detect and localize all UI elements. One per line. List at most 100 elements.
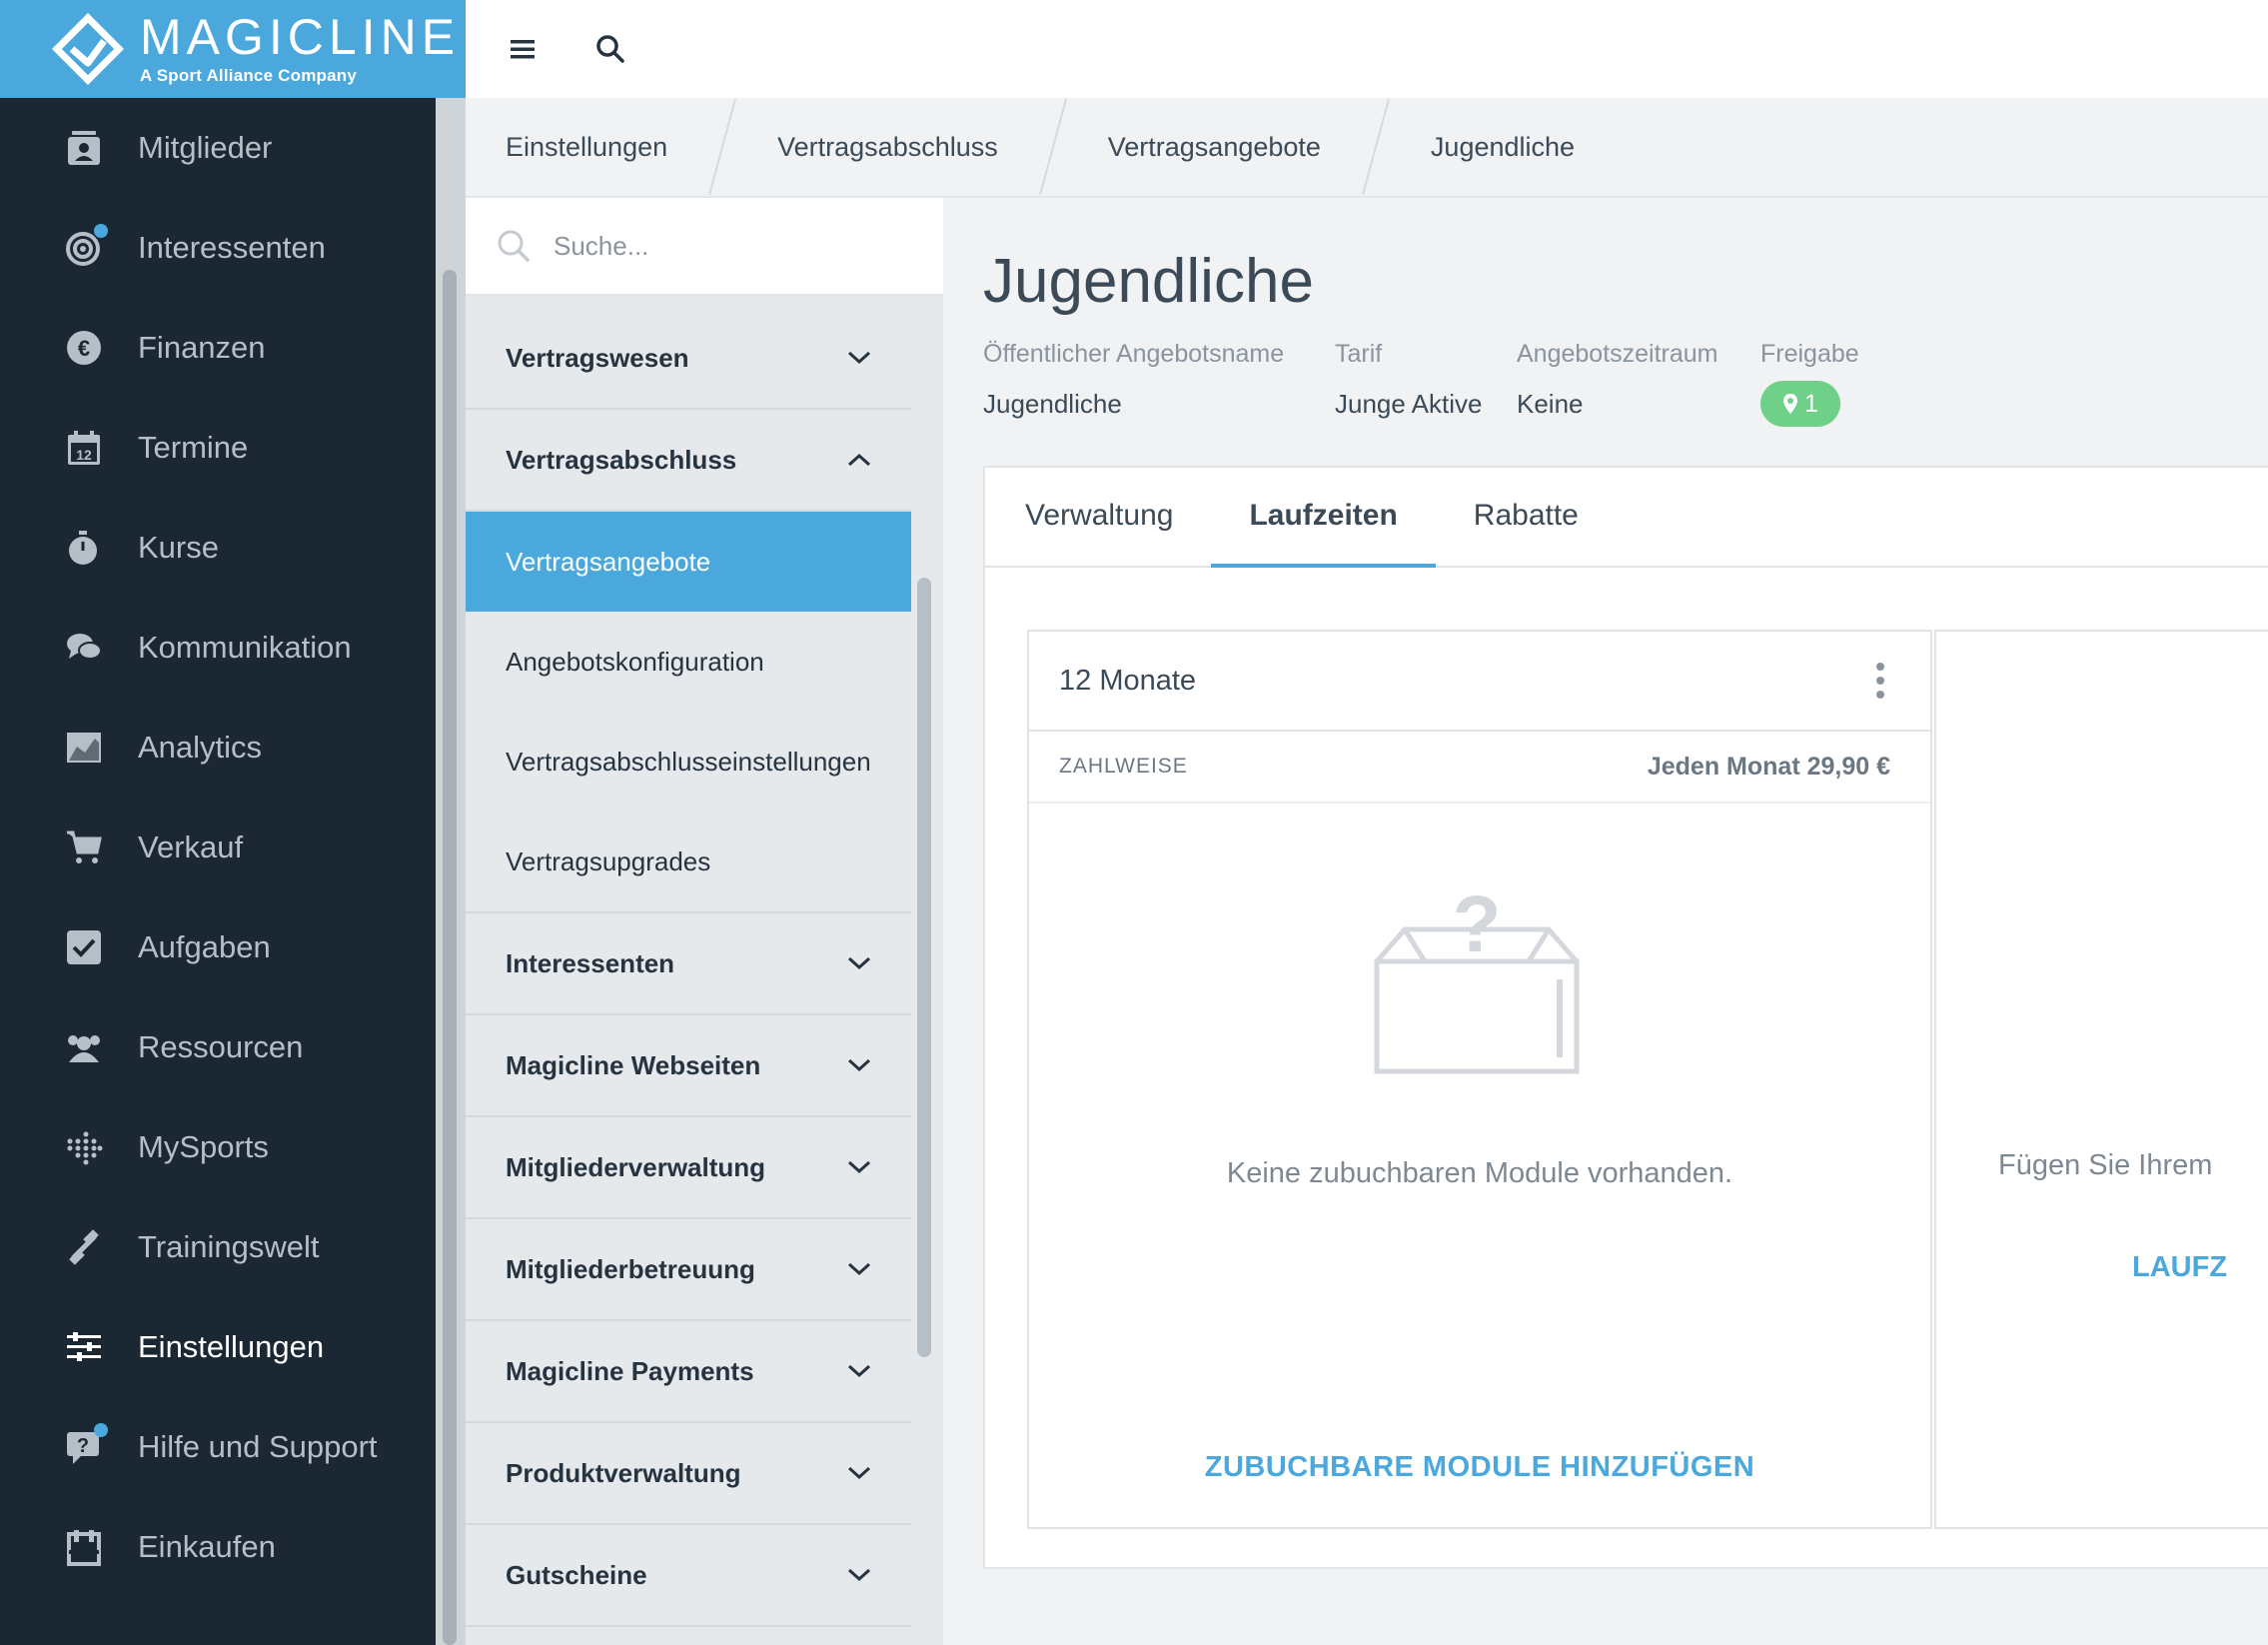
nav-label: Kommunikation	[138, 630, 352, 665]
sidebar-scrollbar[interactable]	[443, 270, 457, 1645]
top-bar	[466, 0, 2268, 98]
nav-label: Einstellungen	[138, 1329, 325, 1364]
card-header: 12 Monate	[1029, 632, 1930, 732]
submenu-scrollbar[interactable]	[917, 578, 931, 1357]
breadcrumb-item-einstellungen[interactable]: Einstellungen	[466, 97, 707, 197]
submenu-subitem-vertragsangebote[interactable]: Vertragsangebote	[466, 512, 911, 612]
add-term-button[interactable]: LAUFZ	[2132, 1251, 2227, 1284]
nav-label: Termine	[138, 430, 249, 465]
release-badge[interactable]: 1	[1760, 381, 1840, 427]
breadcrumb-item-jugendliche[interactable]: Jugendliche	[1391, 97, 1615, 197]
submenu-item-gutscheine[interactable]: Gutscheine	[466, 1525, 911, 1627]
brand-tagline: A Sport Alliance Company	[140, 66, 358, 85]
nav-item-einkaufen[interactable]: Einkaufen	[0, 1497, 436, 1597]
nav-item-kurse[interactable]: Kurse	[0, 498, 436, 598]
submenu-label: Magicline Webseiten	[506, 1049, 761, 1080]
chevron-down-icon	[847, 1466, 871, 1480]
nav-item-finanzen[interactable]: € Finanzen	[0, 298, 436, 398]
tab-laufzeiten[interactable]: Laufzeiten	[1211, 466, 1437, 568]
menu-toggle-button[interactable]	[500, 26, 546, 72]
members-card-icon	[64, 128, 104, 168]
nav-item-trainingswelt[interactable]: Trainingswelt	[0, 1197, 436, 1297]
submenu-item-vertragsabschluss[interactable]: Vertragsabschluss	[466, 410, 911, 512]
add-term-card: Fügen Sie Ihrem LAUFZ	[1934, 630, 2268, 1529]
calendar-icon: 12	[64, 428, 104, 468]
breadcrumb-separator	[1038, 98, 1067, 196]
nav-item-einstellungen[interactable]: Einstellungen	[0, 1297, 436, 1397]
shop-icon	[64, 1527, 104, 1567]
main-content: Jugendliche Öffentlicher Angebotsname Ju…	[943, 198, 2268, 1645]
submenu-item-interessenten[interactable]: Interessenten	[466, 913, 911, 1015]
submenu-subitem-vertragsabschlusseinstellungen[interactable]: Vertragsabschlusseinstellungen	[466, 712, 911, 812]
nav-item-mitglieder[interactable]: Mitglieder	[0, 98, 436, 198]
submenu-subitem-vertragsupgrades[interactable]: Vertragsupgrades	[466, 812, 911, 911]
release-count: 1	[1804, 389, 1818, 418]
submenu-label: Vertragsupgrades	[506, 845, 711, 876]
term-card-12-monate: 12 Monate ZAHLWEISE Jeden Monat 29,90 € …	[1027, 630, 1932, 1529]
empty-state-text: Keine zubuchbaren Module vorhanden.	[1226, 1157, 1733, 1189]
submenu-label: Mitgliederverwaltung	[506, 1151, 766, 1182]
nav-item-termine[interactable]: 12 Termine	[0, 398, 436, 498]
svg-text:?: ?	[77, 1435, 89, 1457]
submenu-item-mitgliederbetreuung[interactable]: Mitgliederbetreuung	[466, 1219, 911, 1321]
submenu-item-mitgliederverwaltung[interactable]: Mitgliederverwaltung	[466, 1117, 911, 1219]
submenu-item-magicline-payments[interactable]: Magicline Payments	[466, 1321, 911, 1423]
meta-public-name: Öffentlicher Angebotsname Jugendliche	[983, 340, 1284, 420]
nav-item-kommunikation[interactable]: Kommunikation	[0, 598, 436, 698]
submenu-label: Vertragsabschlusseinstellungen	[506, 746, 871, 777]
nav-item-mysports[interactable]: MySports	[0, 1097, 436, 1197]
submenu-label: Produktverwaltung	[506, 1457, 741, 1488]
submenu-item-produktverwaltung[interactable]: Produktverwaltung	[466, 1423, 911, 1525]
tab-verwaltung[interactable]: Verwaltung	[1025, 466, 1211, 566]
chevron-down-icon	[847, 1262, 871, 1276]
submenu-item-magicline-webseiten[interactable]: Magicline Webseiten	[466, 1015, 911, 1117]
nav-label: Kurse	[138, 530, 219, 565]
breadcrumb: Einstellungen Vertragsabschluss Vertrags…	[466, 98, 2268, 198]
payment-label: ZAHLWEISE	[1059, 755, 1188, 778]
chevron-down-icon	[847, 351, 871, 365]
stopwatch-icon	[64, 528, 104, 568]
magicline-logo-icon	[51, 12, 125, 86]
area-chart-icon	[64, 728, 104, 768]
submenu-search-input[interactable]	[554, 230, 913, 262]
submenu-label: Mitgliederbetreuung	[506, 1253, 755, 1284]
cart-icon	[64, 827, 104, 867]
svg-text:€: €	[78, 336, 90, 361]
breadcrumb-separator	[1361, 98, 1390, 196]
nav-item-aufgaben[interactable]: Aufgaben	[0, 897, 436, 997]
nav-item-ressourcen[interactable]: Ressourcen	[0, 997, 436, 1097]
submenu-label: Angebotskonfiguration	[506, 646, 764, 677]
nav-label: Ressourcen	[138, 1029, 304, 1064]
nav-label: MySports	[138, 1129, 269, 1164]
submenu-subitem-angebotskonfiguration[interactable]: Angebotskonfiguration	[466, 612, 911, 712]
nav-item-verkauf[interactable]: Verkauf	[0, 798, 436, 897]
global-search-button[interactable]	[587, 26, 633, 72]
submenu-label: Magicline Payments	[506, 1355, 754, 1386]
search-icon	[596, 35, 624, 63]
breadcrumb-item-vertragsangebote[interactable]: Vertragsangebote	[1068, 97, 1361, 197]
meta-tariff: Tarif Junge Aktive	[1335, 340, 1482, 420]
svg-text:?: ?	[1453, 881, 1502, 968]
nav-item-hilfe-und-support[interactable]: ? Hilfe und Support	[0, 1397, 436, 1497]
chevron-up-icon	[847, 453, 871, 467]
brand-header[interactable]: MAGICLINE A Sport Alliance Company	[0, 0, 466, 98]
more-options-icon[interactable]	[1860, 656, 1900, 706]
nav-item-analytics[interactable]: Analytics	[0, 698, 436, 798]
meta-label: Freigabe	[1760, 340, 1859, 368]
offer-details-panel: Verwaltung Laufzeiten Rabatte 12 Monate …	[983, 466, 2268, 1569]
tab-rabatte[interactable]: Rabatte	[1436, 466, 1617, 566]
meta-offer-period: Angebotszeitraum Keine	[1517, 340, 1718, 420]
breadcrumb-item-vertragsabschluss[interactable]: Vertragsabschluss	[737, 97, 1038, 197]
submenu-item-vertragswesen[interactable]: Vertragswesen	[466, 308, 911, 410]
checkbox-icon	[64, 927, 104, 967]
sliders-icon	[64, 1327, 104, 1367]
add-modules-button[interactable]: ZUBUCHBARE MODULE HINZUFÜGEN	[1029, 1451, 1930, 1484]
app-sidebar: Mitglieder Interessenten € Finanzen 12 T…	[0, 98, 436, 1645]
submenu-list: Vertragswesen Vertragsabschluss Vertrags…	[466, 308, 911, 1627]
submenu-label: Vertragswesen	[506, 342, 689, 373]
submenu-label: Gutscheine	[506, 1559, 647, 1590]
submenu-search-bar	[466, 198, 943, 296]
brand-name: MAGICLINE	[140, 9, 461, 65]
calendar-day: 12	[76, 447, 92, 463]
nav-item-interessenten[interactable]: Interessenten	[0, 198, 436, 298]
